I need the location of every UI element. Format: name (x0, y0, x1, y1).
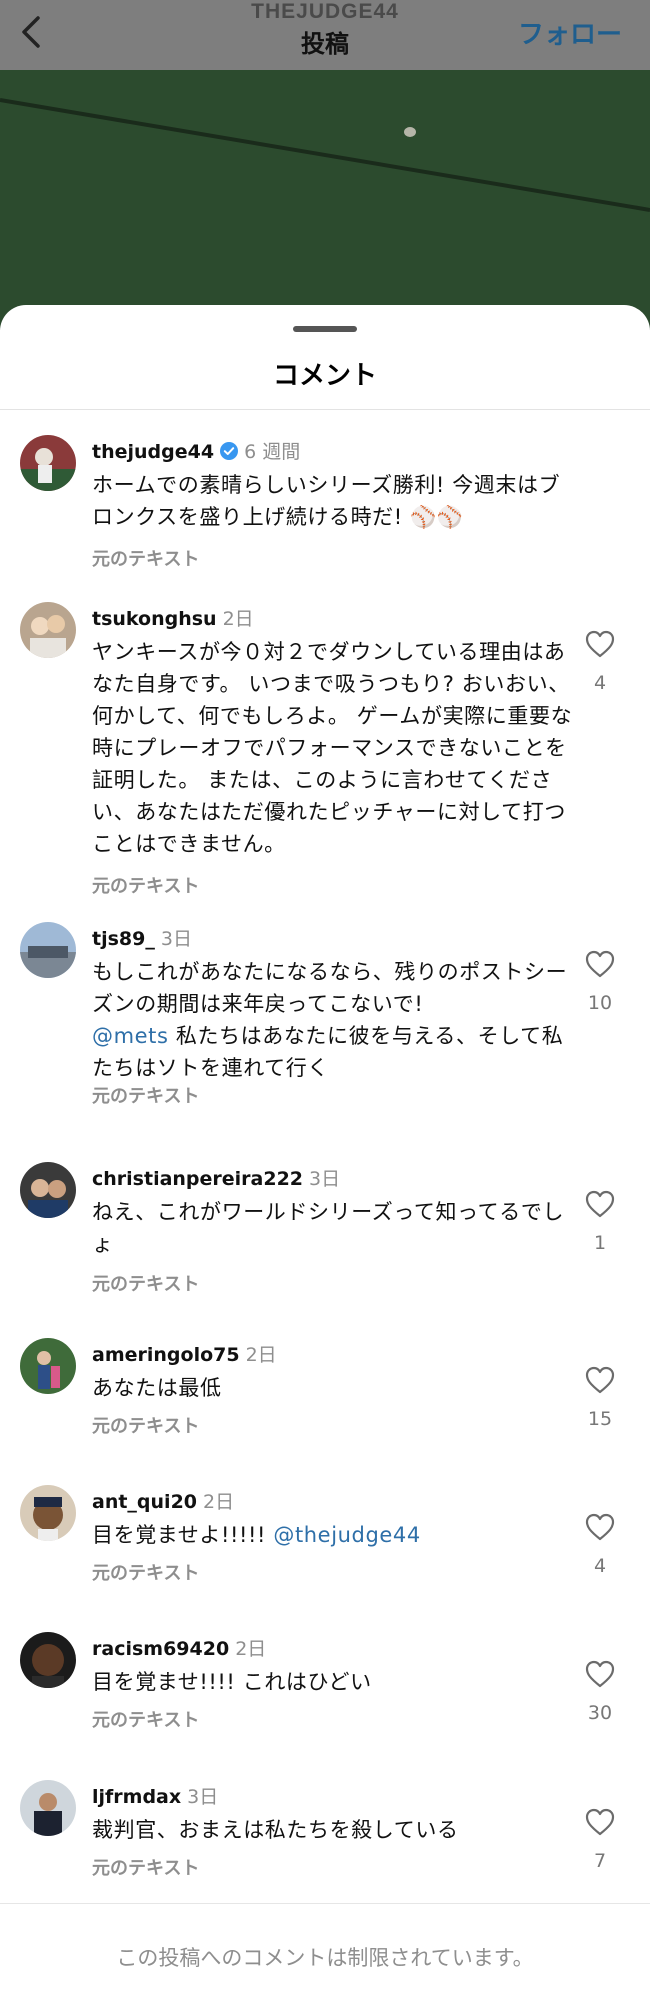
like-count: 15 (587, 1408, 613, 1430)
comment-text-part: 目を覚ませよ!!!!! (92, 1523, 274, 1547)
follow-button[interactable]: フォロー (518, 14, 622, 51)
avatar-image (20, 1780, 76, 1836)
avatar[interactable] (20, 1632, 76, 1688)
comment-time: 2日 (222, 608, 254, 630)
heart-icon[interactable] (585, 1808, 615, 1836)
title-divider (0, 409, 650, 410)
comments-title: コメント (272, 361, 377, 391)
field-photo-graphic (0, 70, 650, 330)
comment-header: ant_qui20 2日 (92, 1487, 234, 1514)
avatar[interactable] (20, 1162, 76, 1218)
like-control: 30 (580, 1660, 620, 1724)
comment-username[interactable]: racism69420 (92, 1638, 229, 1660)
comments-sheet: コメント thejudge44 6 週間 ホームでの素晴らしいシリーズ勝利! 今週… (0, 305, 650, 2007)
footer-divider (0, 1903, 650, 1904)
like-control: 1 (580, 1190, 620, 1254)
heart-icon[interactable] (585, 1366, 615, 1394)
comment-time: 2日 (203, 1491, 235, 1513)
comment-header: racism69420 2日 (92, 1634, 266, 1661)
comment-header: tjs89_ 3日 (92, 924, 192, 951)
comment-text: 目を覚ませ!!!! これはひどい (92, 1670, 372, 1694)
avatar[interactable] (20, 435, 76, 491)
comment-text: もしこれがあなたになるなら、残りのポストシーズンの期間は来年戻ってこないで! @m… (92, 956, 577, 1084)
heart-icon[interactable] (585, 1660, 615, 1688)
comment-time: 3日 (309, 1168, 341, 1190)
see-original-link[interactable]: 元のテキスト (92, 1559, 199, 1585)
see-original-link[interactable]: 元のテキスト (92, 1412, 199, 1438)
comment-text: あなたは最低 (92, 1376, 222, 1400)
comment-time: 2日 (245, 1344, 277, 1366)
like-count: 10 (587, 992, 613, 1014)
post-photo (0, 70, 650, 330)
see-original-link[interactable]: 元のテキスト (92, 1082, 199, 1108)
comment-text-part: もしこれがあなたになるなら、残りのポストシーズンの期間は来年戻ってこないで! (92, 960, 568, 1016)
comment-time: 3日 (160, 928, 192, 950)
heart-icon[interactable] (585, 1190, 615, 1218)
comment-text: 目を覚ませよ!!!!! @thejudge44 (92, 1519, 577, 1551)
avatar-image (20, 1162, 76, 1218)
comment-time: 6 週間 (244, 441, 301, 463)
see-original-link[interactable]: 元のテキスト (92, 545, 199, 571)
see-original-link[interactable]: 元のテキスト (92, 1706, 199, 1732)
comment-header: ljfrmdax 3日 (92, 1782, 218, 1809)
comment-text: 裁判官、おまえは私たちを殺している (92, 1818, 459, 1842)
see-original-link[interactable]: 元のテキスト (92, 1854, 199, 1880)
comment-username[interactable]: christianpereira222 (92, 1168, 303, 1190)
like-count: 4 (593, 672, 607, 694)
like-control: 10 (580, 950, 620, 1014)
avatar-image (20, 1485, 76, 1541)
like-count: 1 (593, 1232, 607, 1254)
comment-time: 2日 (235, 1638, 267, 1660)
sheet-grabber[interactable] (293, 326, 357, 332)
comment-username[interactable]: ljfrmdax (92, 1786, 181, 1808)
comment-username[interactable]: thejudge44 (92, 441, 214, 463)
see-original-link[interactable]: 元のテキスト (92, 872, 199, 898)
comment-header: thejudge44 6 週間 (92, 437, 300, 464)
heart-icon[interactable] (585, 1513, 615, 1541)
avatar-image (20, 435, 76, 491)
comment-header: christianpereira222 3日 (92, 1164, 340, 1191)
like-control: 4 (580, 630, 620, 694)
avatar-image (20, 1338, 76, 1394)
like-control: 15 (580, 1366, 620, 1430)
avatar[interactable] (20, 922, 76, 978)
verified-badge-icon (220, 442, 239, 460)
heart-icon[interactable] (585, 950, 615, 978)
comment-text: ホームでの素晴らしいシリーズ勝利! 今週末はブロンクスを盛り上げ続ける時だ! ⚾… (92, 473, 561, 529)
comment-time: 3日 (187, 1786, 219, 1808)
comment-header: ameringolo75 2日 (92, 1340, 277, 1367)
like-control: 7 (580, 1808, 620, 1872)
comment-username[interactable]: ant_qui20 (92, 1491, 197, 1513)
comment-text: ねえ、これがワールドシリーズって知ってるでしょ (92, 1200, 565, 1256)
like-count: 4 (593, 1555, 607, 1577)
avatar[interactable] (20, 1485, 76, 1541)
avatar[interactable] (20, 1780, 76, 1836)
comment-text: ヤンキースが今０対２でダウンしている理由はあなた自身です。 いつまで吸うつもり?… (92, 640, 573, 856)
heart-icon[interactable] (585, 630, 615, 658)
comment-username[interactable]: ameringolo75 (92, 1344, 240, 1366)
see-original-link[interactable]: 元のテキスト (92, 1270, 199, 1296)
mention-link[interactable]: @mets (92, 1024, 169, 1048)
avatar[interactable] (20, 602, 76, 658)
comment-username[interactable]: tsukonghsu (92, 608, 217, 630)
like-count: 30 (587, 1702, 613, 1724)
avatar-image (20, 1632, 76, 1688)
like-count: 7 (593, 1850, 607, 1872)
avatar-image (20, 922, 76, 978)
top-bar: THEJUDGE44 投稿 フォロー (0, 0, 650, 70)
mention-link[interactable]: @thejudge44 (273, 1523, 421, 1547)
comments-restricted-note: この投稿へのコメントは制限されています。 (116, 1946, 534, 1970)
comment-header: tsukonghsu 2日 (92, 604, 254, 631)
comment-username[interactable]: tjs89_ (92, 928, 155, 950)
avatar-image (20, 602, 76, 658)
like-control: 4 (580, 1513, 620, 1577)
avatar[interactable] (20, 1338, 76, 1394)
